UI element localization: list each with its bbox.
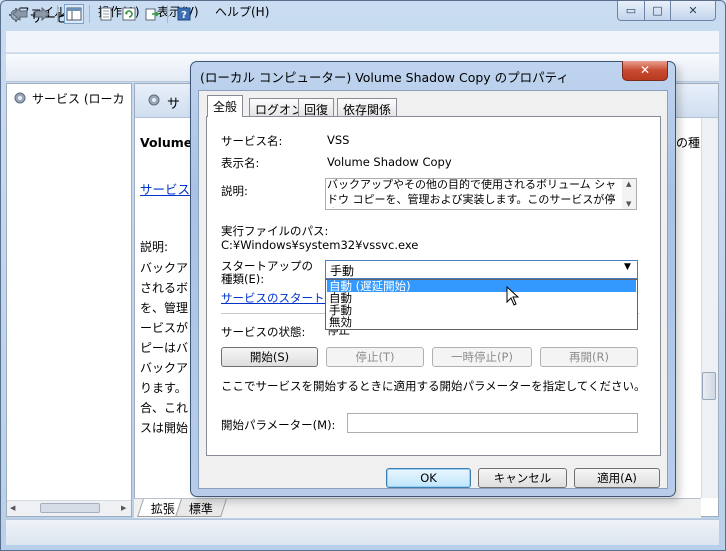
exe-path-value: C:¥Windows¥system32¥vssvc.exe (221, 238, 419, 252)
toolbar-separator (57, 5, 58, 23)
description-line: されるボ (140, 281, 189, 295)
menu-bar (6, 31, 719, 53)
description-line: ピーはバ (140, 341, 189, 355)
console-tree-icon[interactable] (64, 4, 84, 24)
maximize-button[interactable]: □ (644, 1, 671, 21)
mouse-pointer-icon (506, 285, 520, 309)
exe-path-label: 実行ファイルのパス: (221, 224, 329, 238)
selected-service-name: Volume (140, 135, 193, 150)
start-params-hint: ここでサービスを開始するときに適用する開始パラメーターを指定してください。 (221, 379, 646, 393)
scroll-right-icon[interactable]: ▶ (121, 504, 126, 512)
dialog-title: (ローカル コンピューター) Volume Shadow Copy のプロパティ (200, 70, 569, 85)
help-icon[interactable]: ? (174, 4, 194, 24)
pause-button[interactable]: 一時停止(P) (432, 347, 532, 367)
services-gear-icon (146, 92, 162, 111)
tab-recovery[interactable]: 回復 (298, 98, 335, 117)
minimize-button[interactable]: ▭ (617, 1, 645, 21)
tab-dependencies[interactable]: 依存関係 (337, 98, 398, 117)
services-pane-title: サ (167, 97, 181, 112)
status-bar (6, 519, 719, 545)
resume-button[interactable]: 再開(R) (540, 347, 638, 367)
service-start-link[interactable]: サービス (140, 179, 190, 198)
forward-arrow-icon[interactable] (32, 4, 52, 24)
dropdown-arrow-icon[interactable]: ▼ (624, 262, 631, 272)
scroll-down-icon[interactable]: ▼ (626, 200, 631, 208)
description-line: ービスが (140, 321, 189, 335)
start-params-input[interactable] (347, 413, 638, 433)
properties-icon[interactable] (96, 4, 116, 24)
description-line: ります。 (140, 381, 187, 395)
description-line: を、管理 (140, 301, 189, 315)
service-name-value: VSS (327, 133, 350, 147)
menu-help[interactable]: ヘルプ(H) (215, 3, 269, 20)
description-text: バックアップやその他の目的で使用されるボリューム シャドウ コピーを、管理および… (327, 178, 617, 208)
description-line: スは開始 (140, 421, 189, 435)
service-name-label: サービス名: (221, 134, 283, 148)
cancel-button[interactable]: キャンセル (478, 468, 567, 488)
refresh-icon[interactable] (119, 4, 139, 24)
console-tree-pane (6, 83, 132, 517)
option-manual[interactable]: 手動 (327, 304, 636, 316)
description-line: 合、これ (140, 401, 189, 415)
tree-scroll-thumb[interactable] (40, 503, 100, 513)
toolbar-separator (89, 5, 90, 23)
description-label: 説明: (221, 184, 248, 198)
ok-button[interactable]: OK (386, 468, 471, 488)
startup-type-select[interactable] (325, 260, 638, 279)
description-line: バックア (140, 261, 189, 275)
option-automatic-delayed[interactable]: 自動 (遅延開始) (327, 280, 636, 292)
service-status-label: サービスの状態: (221, 325, 306, 339)
list-vertical-scrollbar[interactable] (701, 118, 718, 498)
startup-type-value: 手動 (330, 264, 355, 278)
start-button[interactable]: 開始(S) (221, 347, 318, 367)
export-list-icon[interactable] (142, 4, 162, 24)
start-params-label: 開始パラメーター(M): (221, 418, 336, 432)
tree-item-services-local[interactable]: サービス (ローカ (32, 90, 130, 107)
scroll-up-icon[interactable]: ▲ (626, 180, 631, 188)
option-automatic[interactable]: 自動 (327, 292, 636, 304)
main-close-button[interactable]: ✕ (670, 1, 716, 21)
option-disabled[interactable]: 無効 (327, 316, 636, 328)
stop-button[interactable]: 停止(T) (326, 347, 424, 367)
apply-button[interactable]: 適用(A) (574, 468, 660, 488)
scroll-left-icon[interactable]: ◀ (10, 504, 15, 512)
display-name-value: Volume Shadow Copy (327, 155, 452, 169)
list-scroll-thumb[interactable] (702, 372, 716, 400)
svg-text:?: ? (181, 10, 187, 21)
toolbar-separator (167, 5, 168, 23)
back-arrow-icon[interactable] (10, 4, 30, 24)
description-line: バックア (140, 361, 189, 375)
startup-type-label: 種類(E): (221, 272, 265, 286)
display-name-label: 表示名: (221, 156, 260, 170)
tab-general[interactable]: 全般 (207, 95, 244, 117)
dialog-close-button[interactable]: ✕ (622, 61, 668, 81)
description-label: 説明: (140, 240, 169, 254)
services-gear-icon (12, 90, 28, 109)
